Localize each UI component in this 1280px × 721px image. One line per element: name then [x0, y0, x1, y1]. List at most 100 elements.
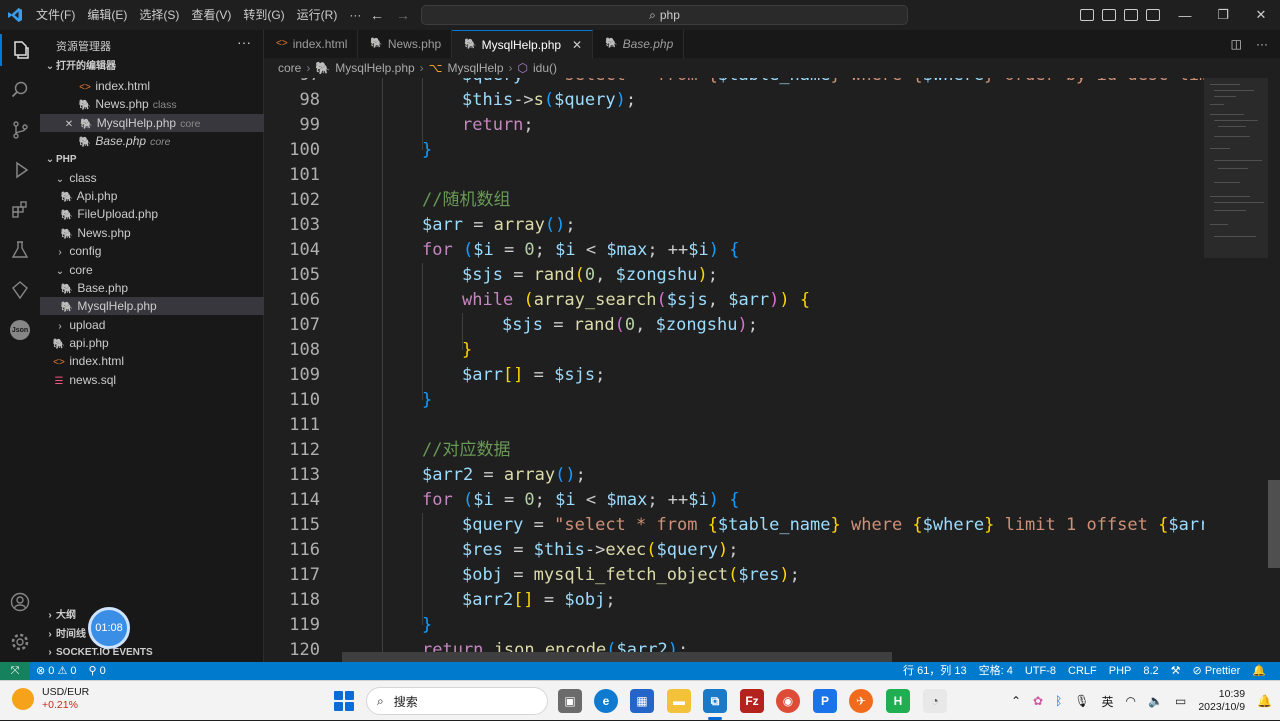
tab-news-php[interactable]: 🐘 News.php — [358, 30, 453, 58]
command-center-search[interactable]: ⌕ php — [421, 5, 908, 25]
tree-file[interactable]: ☰ news.sql — [40, 371, 264, 389]
menu-go[interactable]: 转到(G) — [237, 0, 290, 30]
end-of-line[interactable]: CRLF — [1062, 662, 1103, 680]
vscode-taskbar-icon[interactable]: ⧉ — [703, 689, 727, 713]
php-version[interactable]: 8.2 — [1137, 662, 1164, 680]
run-debug-icon[interactable] — [8, 158, 32, 182]
folder-section-php[interactable]: ⌄ PHP — [40, 151, 264, 169]
vertical-scrollbar[interactable] — [1268, 480, 1280, 568]
manage-gear-icon[interactable] — [8, 630, 32, 654]
postman-icon[interactable]: ✈ — [849, 689, 873, 713]
ports-indicator[interactable]: ⚲ 0 — [83, 662, 112, 680]
forward-arrow-icon[interactable]: → — [396, 7, 410, 23]
open-editors-section[interactable]: ⌄ 打开的编辑器 — [40, 58, 264, 76]
testing-flask-icon[interactable] — [8, 238, 32, 262]
code-editor[interactable]: 97$query = "select * from {$table_name} … — [264, 78, 1280, 662]
breadcrumb-file[interactable]: MysqlHelp.php — [335, 61, 414, 75]
chevron-up-icon[interactable]: ⌃ — [1011, 694, 1021, 708]
outline-section[interactable]: › 大纲 — [40, 607, 264, 625]
close-window-button[interactable]: ✕ — [1242, 7, 1280, 23]
tab-mysqlhelp-php[interactable]: 🐘 MysqlHelp.php ✕ — [452, 30, 594, 59]
prettier-status[interactable]: ⊘ Prettier — [1187, 662, 1247, 680]
breadcrumb-method[interactable]: idu() — [533, 61, 557, 75]
microphone-icon[interactable]: 🎙 — [1074, 694, 1089, 708]
menu-selection[interactable]: 选择(S) — [133, 0, 185, 30]
filezilla-icon[interactable]: Fz — [740, 689, 764, 713]
wifi-icon[interactable]: ◠ — [1126, 694, 1136, 708]
more-actions-icon[interactable]: ··· — [1256, 37, 1268, 51]
microsoft-store-icon[interactable]: ▦ — [630, 689, 654, 713]
taskbar-search[interactable]: ⌕ 搜索 — [366, 687, 548, 715]
menu-edit[interactable]: 编辑(E) — [81, 0, 133, 30]
back-arrow-icon[interactable]: ← — [370, 7, 384, 23]
tree-file[interactable]: 🐘 Api.php — [40, 187, 264, 205]
toggle-secondary-sidebar-icon[interactable] — [1124, 9, 1138, 21]
customize-layout-icon[interactable] — [1146, 9, 1160, 21]
chrome-browser-icon[interactable]: ◉ — [776, 689, 800, 713]
horizontal-scrollbar[interactable] — [342, 652, 892, 662]
tree-folder-core[interactable]: ⌄ core — [40, 261, 264, 279]
toggle-panel-icon[interactable] — [1102, 9, 1116, 21]
wrench-icon[interactable]: ⚒ — [1165, 662, 1187, 680]
open-editor-item-active[interactable]: ✕ 🐘 MysqlHelp.php core — [40, 114, 264, 132]
menu-file[interactable]: 文件(F) — [30, 0, 81, 30]
close-tab-icon[interactable]: ✕ — [572, 31, 582, 59]
minimap[interactable] — [1204, 78, 1268, 662]
json-extension-icon[interactable]: Json — [8, 318, 32, 342]
explorer-icon[interactable] — [8, 38, 32, 62]
recording-timer-badge[interactable]: 01:08 — [88, 607, 130, 649]
restore-button[interactable]: ❐ — [1204, 7, 1242, 23]
tree-file[interactable]: 🐘 api.php — [40, 334, 264, 352]
remote-indicator-icon[interactable]: ⤧ — [0, 662, 30, 680]
app-tray-icon[interactable]: ✿ — [1033, 694, 1043, 708]
minimize-button[interactable]: — — [1166, 8, 1204, 23]
toggle-primary-sidebar-icon[interactable] — [1080, 9, 1094, 21]
pet-app-icon[interactable]: ◔ — [923, 689, 947, 713]
tree-file[interactable]: 🐘 FileUpload.php — [40, 205, 264, 223]
battery-icon[interactable]: ▭ — [1175, 694, 1186, 708]
volume-icon[interactable]: 🔈 — [1148, 694, 1163, 708]
hbuilder-icon[interactable]: H — [886, 689, 910, 713]
tree-folder-config[interactable]: › config — [40, 242, 264, 260]
problems-indicator[interactable]: ⊗ 0 ⚠ 0 — [30, 662, 83, 680]
menu-run[interactable]: 运行(R) — [291, 0, 344, 30]
breadcrumb-class[interactable]: MysqlHelp — [448, 61, 504, 75]
language-mode[interactable]: PHP — [1103, 662, 1138, 680]
tree-file[interactable]: 🐘 Base.php — [40, 279, 264, 297]
source-control-icon[interactable] — [8, 118, 32, 142]
remote-explorer-icon[interactable] — [8, 278, 32, 302]
tree-file[interactable]: <> index.html — [40, 352, 264, 370]
tree-folder-upload[interactable]: › upload — [40, 316, 264, 334]
tree-file-active[interactable]: 🐘 MysqlHelp.php — [40, 297, 264, 315]
input-method[interactable]: 英 — [1102, 693, 1114, 710]
notification-icon[interactable]: 🔔 — [1257, 694, 1272, 708]
bluetooth-icon[interactable]: ᛒ — [1055, 694, 1062, 708]
file-explorer-icon[interactable]: ▬ — [667, 689, 691, 713]
more-actions-icon[interactable]: ··· — [237, 34, 251, 50]
task-view-icon[interactable]: ▣ — [558, 689, 582, 713]
encoding[interactable]: UTF-8 — [1019, 662, 1062, 680]
open-editor-item[interactable]: <> index.html — [40, 77, 264, 95]
tree-file[interactable]: 🐘 News.php — [40, 224, 264, 242]
indentation[interactable]: 空格: 4 — [973, 662, 1019, 680]
search-view-icon[interactable] — [8, 78, 32, 102]
tree-folder-class[interactable]: ⌄ class — [40, 169, 264, 187]
widget-ticker[interactable]: USD/EUR +0.21% — [12, 686, 89, 712]
p-app-icon[interactable]: P — [813, 689, 837, 713]
menu-more[interactable]: ··· — [343, 0, 367, 30]
accounts-icon[interactable] — [8, 590, 32, 614]
menu-view[interactable]: 查看(V) — [185, 0, 237, 30]
tab-base-php[interactable]: 🐘 Base.php — [593, 30, 685, 58]
notifications-bell-icon[interactable]: 🔔 — [1246, 662, 1272, 680]
split-editor-icon[interactable]: ◫ — [1231, 37, 1242, 51]
socketio-section[interactable]: › SOCKET.IO EVENTS — [40, 644, 264, 662]
start-button-windows-icon[interactable] — [334, 691, 354, 711]
open-editor-item[interactable]: 🐘 News.php class — [40, 95, 264, 113]
open-editor-item[interactable]: 🐘 Base.php core — [40, 132, 264, 150]
cursor-position[interactable]: 行 61，列 13 — [897, 662, 973, 680]
extensions-icon[interactable] — [8, 198, 32, 222]
edge-browser-icon[interactable]: e — [594, 689, 618, 713]
tab-index-html[interactable]: <> index.html — [264, 30, 359, 58]
clock[interactable]: 10:39 2023/10/9 — [1198, 688, 1245, 714]
timeline-section[interactable]: › 时间线 — [40, 626, 264, 644]
